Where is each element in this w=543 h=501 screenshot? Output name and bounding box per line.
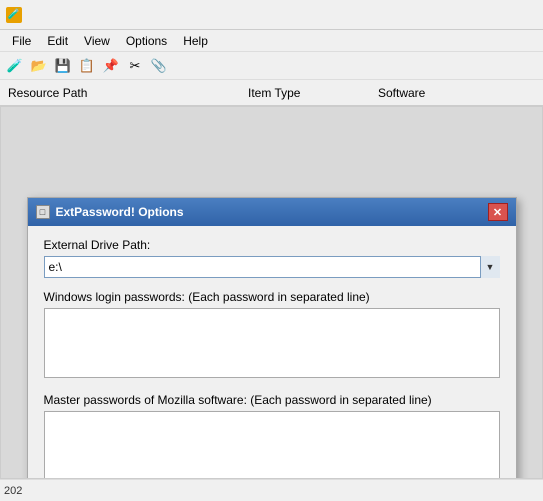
toolbar-new-btn[interactable]: 🧪 xyxy=(4,55,26,77)
menu-options[interactable]: Options xyxy=(118,32,175,50)
title-bar: 🧪 xyxy=(0,0,543,30)
status-text: 202 xyxy=(4,485,22,497)
col-header-resource: Resource Path xyxy=(0,82,240,104)
col-header-software: Software xyxy=(370,82,500,104)
menu-view[interactable]: View xyxy=(76,32,118,50)
column-headers: Resource Path Item Type Software xyxy=(0,80,543,106)
dialog-close-button[interactable]: ✕ xyxy=(488,203,508,221)
dialog-title-left: □ ExtPassword! Options xyxy=(36,205,184,219)
toolbar-cut-btn[interactable]: ✂ xyxy=(124,55,146,77)
menu-file[interactable]: File xyxy=(4,32,39,50)
windows-passwords-textarea[interactable] xyxy=(44,308,500,378)
menu-edit[interactable]: Edit xyxy=(39,32,76,50)
toolbar-paste-btn[interactable]: 📌 xyxy=(100,55,122,77)
drive-path-dropdown-arrow[interactable]: ▼ xyxy=(480,256,500,278)
menu-help[interactable]: Help xyxy=(175,32,216,50)
toolbar-save-btn[interactable]: 💾 xyxy=(52,55,74,77)
col-header-itemtype: Item Type xyxy=(240,82,370,104)
toolbar-open-btn[interactable]: 📂 xyxy=(28,55,50,77)
dialog-titlebar: □ ExtPassword! Options ✕ xyxy=(28,198,516,226)
drive-path-label: External Drive Path: xyxy=(44,238,500,252)
windows-passwords-wrapper xyxy=(44,308,500,381)
windows-passwords-label: Windows login passwords: (Each password … xyxy=(44,290,500,304)
content-area: □ ExtPassword! Options ✕ External Drive … xyxy=(0,106,543,479)
options-dialog: □ ExtPassword! Options ✕ External Drive … xyxy=(27,197,517,479)
modal-overlay: □ ExtPassword! Options ✕ External Drive … xyxy=(1,107,542,478)
drive-path-input[interactable] xyxy=(44,256,500,278)
dialog-title: ExtPassword! Options xyxy=(56,205,184,219)
toolbar-arrow-btn[interactable]: 📎 xyxy=(148,55,170,77)
mozilla-passwords-label: Master passwords of Mozilla software: (E… xyxy=(44,393,500,407)
dialog-icon: □ xyxy=(36,205,50,219)
menu-bar: File Edit View Options Help xyxy=(0,30,543,52)
toolbar-copy-btn[interactable]: 📋 xyxy=(76,55,98,77)
drive-path-wrapper: ▼ xyxy=(44,256,500,278)
mozilla-passwords-wrapper xyxy=(44,411,500,479)
dialog-body: External Drive Path: ▼ Windows login pas… xyxy=(28,226,516,479)
toolbar: 🧪 📂 💾 📋 📌 ✂ 📎 xyxy=(0,52,543,80)
mozilla-passwords-textarea[interactable] xyxy=(44,411,500,479)
app-icon: 🧪 xyxy=(6,7,22,23)
status-bar: 202 xyxy=(0,479,543,501)
app-window: 🧪 File Edit View Options Help 🧪 📂 💾 📋 📌 … xyxy=(0,0,543,501)
